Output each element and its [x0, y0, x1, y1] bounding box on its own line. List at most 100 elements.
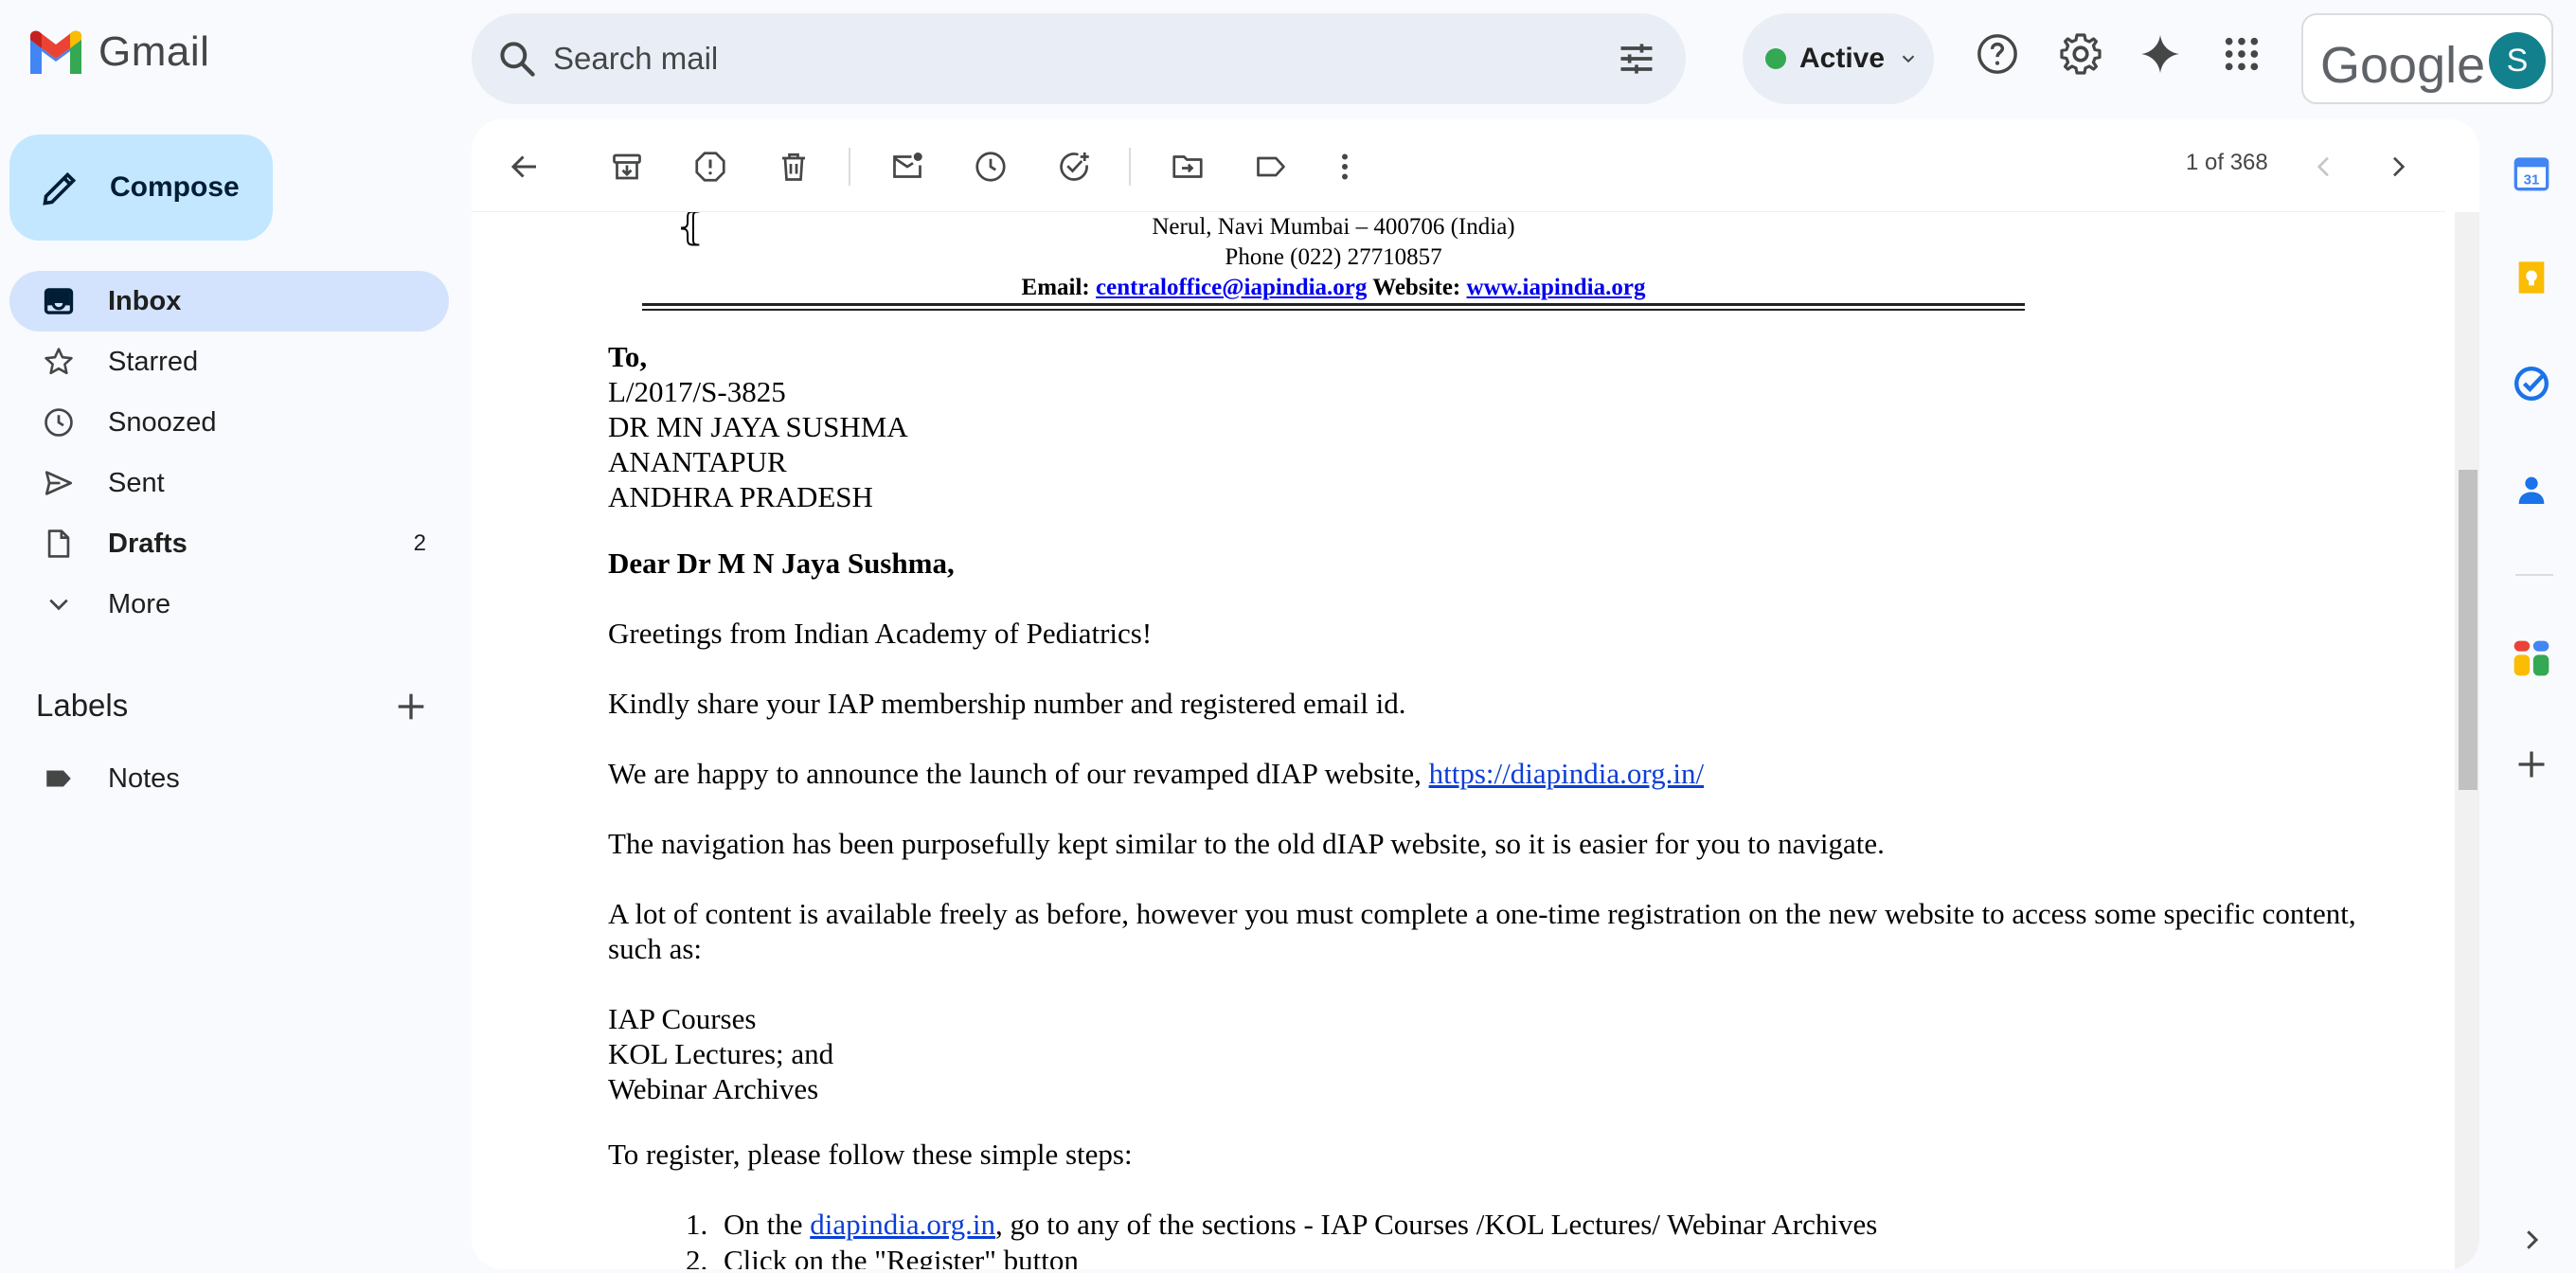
avatar[interactable]: S — [2489, 32, 2546, 89]
help-icon[interactable] — [1972, 28, 2023, 80]
mark-unread-icon[interactable] — [885, 144, 930, 189]
letterhead-contact: Email: centraloffice@iapindia.org Websit… — [642, 273, 2025, 303]
compose-button[interactable]: Compose — [9, 134, 273, 241]
letterhead-email-label: Email: — [1021, 275, 1090, 300]
move-to-folder-icon[interactable] — [1165, 144, 1210, 189]
get-addons-plus-icon[interactable] — [2506, 739, 2557, 790]
label-icon — [40, 760, 78, 798]
step-text: , go to any of the sections - IAP Course… — [995, 1208, 1878, 1241]
content-list-item: KOL Lectures; and — [608, 1037, 834, 1070]
letterhead-phone: Phone (022) 27710857 — [1225, 244, 1442, 270]
recipient-line: ANANTAPUR — [608, 445, 787, 478]
nav-item-inbox[interactable]: Inbox — [9, 271, 449, 332]
greeting-paragraph: Greetings from Indian Academy of Pediatr… — [608, 617, 1153, 650]
chevron-left-icon[interactable] — [2301, 144, 2347, 189]
recipient-line: ANDHRA PRADESH — [608, 480, 873, 513]
tasks-icon[interactable] — [2506, 358, 2557, 409]
pagination-count: 1 of 368 — [2186, 150, 2268, 175]
letterhead-divider — [642, 303, 2025, 311]
expand-side-panel-chevron-icon[interactable] — [2506, 1214, 2557, 1265]
clock-icon — [40, 403, 78, 441]
email-panel: 1 of 368 ⦃ Nerul, Navi Mumbai – 400706 (… — [472, 119, 2479, 1269]
nav-label-starred: Starred — [108, 346, 199, 377]
settings-gear-icon[interactable] — [2055, 28, 2106, 80]
draft-icon — [40, 525, 78, 563]
announce-paragraph: We are happy to announce the launch of o… — [608, 756, 2426, 791]
nav-label-inbox: Inbox — [108, 285, 182, 316]
recipient-line: L/2017/S-3825 — [608, 375, 786, 408]
salutation: Dear Dr M N Jaya Sushma, — [608, 547, 955, 580]
calendar-icon[interactable]: 31 — [2506, 148, 2557, 199]
status-dot — [1765, 48, 1786, 69]
gmail-m-icon — [30, 30, 81, 74]
search-input[interactable] — [553, 32, 1500, 85]
archive-icon[interactable] — [604, 144, 650, 189]
svg-text:31: 31 — [2524, 172, 2540, 188]
step-text: On the — [724, 1208, 811, 1241]
nav-item-drafts[interactable]: Drafts 2 — [9, 513, 449, 574]
more-vertical-icon[interactable] — [1322, 144, 1368, 189]
email-toolbar: 1 of 368 — [472, 119, 2445, 212]
contacts-icon[interactable] — [2506, 464, 2557, 515]
diapindia-step-link[interactable]: diapindia.org.in — [810, 1208, 995, 1241]
add-to-tasks-icon[interactable] — [1051, 144, 1097, 189]
compose-label: Compose — [110, 171, 240, 203]
nav-item-more[interactable]: More — [9, 574, 449, 635]
side-panel-divider — [2515, 574, 2553, 576]
google-account-button[interactable]: Google S — [2301, 13, 2553, 104]
labels-heading: Labels — [36, 688, 129, 723]
chevron-down-icon — [1902, 55, 1915, 63]
content-list-item: Webinar Archives — [608, 1072, 819, 1105]
recipient-line: DR MN JAYA SUSHMA — [608, 410, 908, 443]
send-icon — [40, 464, 78, 502]
gemini-sparkle-icon[interactable] — [2135, 28, 2186, 80]
back-arrow-icon[interactable] — [502, 144, 547, 189]
step-number: 2. — [686, 1244, 708, 1269]
report-spam-icon[interactable] — [688, 144, 733, 189]
star-icon — [40, 343, 78, 381]
inbox-icon — [40, 282, 78, 320]
email-body: ⦃ Nerul, Navi Mumbai – 400706 (India) Ph… — [472, 212, 2445, 1269]
diapindia-link[interactable]: https://diapindia.org.in/ — [1429, 757, 1704, 790]
delete-trash-icon[interactable] — [771, 144, 816, 189]
search-icon[interactable] — [496, 38, 538, 84]
letterhead: ⦃ Nerul, Navi Mumbai – 400706 (India) Ph… — [642, 212, 2025, 303]
toolbar-divider — [1129, 148, 1131, 186]
add-label-icon[interactable] — [392, 688, 430, 730]
keep-notes-icon[interactable] — [2506, 252, 2557, 303]
letterhead-emblem-fragment: ⦃ — [676, 212, 705, 248]
app-name: Gmail — [98, 28, 210, 75]
addon-icon[interactable] — [2506, 633, 2557, 684]
search-options-icon[interactable] — [1616, 38, 1657, 84]
to-label: To, — [608, 340, 648, 373]
label-name-notes: Notes — [108, 762, 180, 794]
nav-label-sent: Sent — [108, 467, 165, 498]
content-list-item: IAP Courses — [608, 1002, 757, 1035]
step-item: 2. Click on the "Register" button — [686, 1243, 2409, 1269]
google-wordmark: Google — [2320, 37, 2486, 94]
nav-label-snoozed: Snoozed — [108, 406, 217, 438]
announce-text: We are happy to announce the launch of o… — [608, 757, 1429, 790]
scrollbar-thumb[interactable] — [2459, 470, 2478, 790]
nav-item-sent[interactable]: Sent — [9, 453, 449, 513]
status-label: Active — [1799, 43, 1886, 74]
step-text: Click on the "Register" button — [724, 1244, 1079, 1269]
letterhead-email-link[interactable]: centraloffice@iapindia.org — [1096, 275, 1367, 300]
status-selector[interactable]: Active — [1743, 13, 1934, 104]
gmail-logo[interactable]: Gmail — [27, 28, 209, 76]
request-paragraph: Kindly share your IAP membership number … — [608, 687, 1406, 720]
letterhead-website-link[interactable]: www.iapindia.org — [1467, 275, 1646, 300]
nav-item-starred[interactable]: Starred — [9, 332, 449, 392]
chevron-right-icon[interactable] — [2375, 144, 2421, 189]
pencil-icon — [43, 171, 77, 206]
apps-grid-icon[interactable] — [2216, 28, 2267, 80]
nav-item-snoozed[interactable]: Snoozed — [9, 392, 449, 453]
label-tag-icon[interactable] — [1248, 144, 1294, 189]
snooze-clock-icon[interactable] — [968, 144, 1013, 189]
toolbar-divider — [849, 148, 850, 186]
letterhead-website-label: Website: — [1372, 275, 1461, 300]
step-number: 1. — [686, 1208, 708, 1241]
label-item-notes[interactable]: Notes — [9, 748, 449, 809]
nav-label-more: More — [108, 588, 171, 619]
search-bar[interactable] — [472, 13, 1686, 104]
